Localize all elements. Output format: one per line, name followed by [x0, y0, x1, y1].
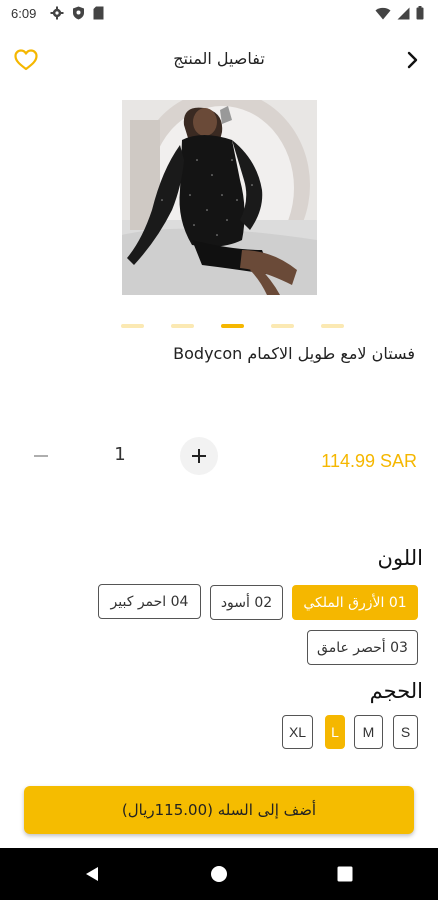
recents-square-icon	[337, 866, 353, 882]
quantity-value: 1	[114, 444, 126, 465]
wifi-icon	[375, 5, 391, 24]
chevron-right-icon	[407, 51, 418, 69]
back-triangle-icon	[86, 867, 98, 881]
carousel-dot[interactable]	[171, 324, 194, 328]
battery-icon	[416, 5, 424, 24]
status-icons-right	[375, 5, 424, 24]
image-carousel-indicator	[121, 324, 346, 330]
signal-icon	[397, 5, 410, 24]
color-option-label: 01 الأزرق الملكي	[303, 594, 407, 611]
page-title: تفاصيل المنتج	[173, 49, 265, 68]
nav-back-button[interactable]	[80, 862, 104, 886]
color-option-royal-blue[interactable]: 01 الأزرق الملكي	[292, 585, 418, 620]
carousel-dot[interactable]	[221, 324, 244, 328]
shield-icon	[72, 5, 85, 24]
size-option-m[interactable]: M	[354, 715, 383, 749]
size-option-l[interactable]: L	[325, 715, 345, 749]
plus-icon	[192, 449, 206, 463]
product-image[interactable]	[122, 100, 317, 295]
add-to-cart-label: أضف إلى السله (115.00ريال)	[121, 801, 317, 819]
status-icons-left	[50, 5, 104, 24]
carousel-dot[interactable]	[321, 324, 344, 328]
color-option-dark-red[interactable]: 03 أحصر عامق	[307, 630, 418, 665]
size-option-label: L	[331, 724, 339, 740]
color-option-label: 02 أسود	[220, 594, 273, 611]
product-price: 114.99 SAR	[321, 451, 417, 471]
status-bar: 6:09	[0, 0, 438, 30]
product-name: فستان لامع طويل الاكمام Bodycon	[173, 344, 415, 363]
size-option-label: XL	[288, 724, 307, 740]
color-option-label: 03 أحصر عامق	[317, 639, 408, 656]
app-header: تفاصيل المنتج	[0, 40, 438, 80]
size-option-label: S	[400, 724, 411, 740]
system-navigation-bar	[0, 848, 438, 900]
size-option-label: M	[362, 724, 375, 740]
carousel-dot[interactable]	[271, 324, 294, 328]
back-button[interactable]	[402, 48, 424, 72]
size-option-s[interactable]: S	[393, 715, 418, 749]
color-option-big-red[interactable]: 04 احمر كبير	[98, 584, 201, 619]
color-option-label: 04 احمر كبير	[110, 593, 189, 610]
nav-home-button[interactable]	[207, 862, 231, 886]
gear-icon	[50, 5, 64, 24]
quantity-increase-button[interactable]	[180, 437, 218, 475]
status-time: 6:09	[11, 6, 37, 21]
minus-icon	[34, 455, 48, 457]
color-section-title: اللون	[377, 546, 423, 570]
carousel-dot[interactable]	[121, 324, 144, 328]
size-option-xl[interactable]: XL	[282, 715, 313, 749]
dress-photo	[122, 100, 317, 295]
home-circle-icon	[211, 866, 227, 882]
add-to-cart-button[interactable]: أضف إلى السله (115.00ريال)	[24, 786, 414, 834]
nav-recents-button[interactable]	[333, 862, 357, 886]
size-section-title: الحجم	[369, 679, 423, 703]
sd-card-icon	[93, 5, 104, 24]
quantity-decrease-button[interactable]	[22, 437, 60, 475]
color-option-black[interactable]: 02 أسود	[210, 585, 283, 620]
